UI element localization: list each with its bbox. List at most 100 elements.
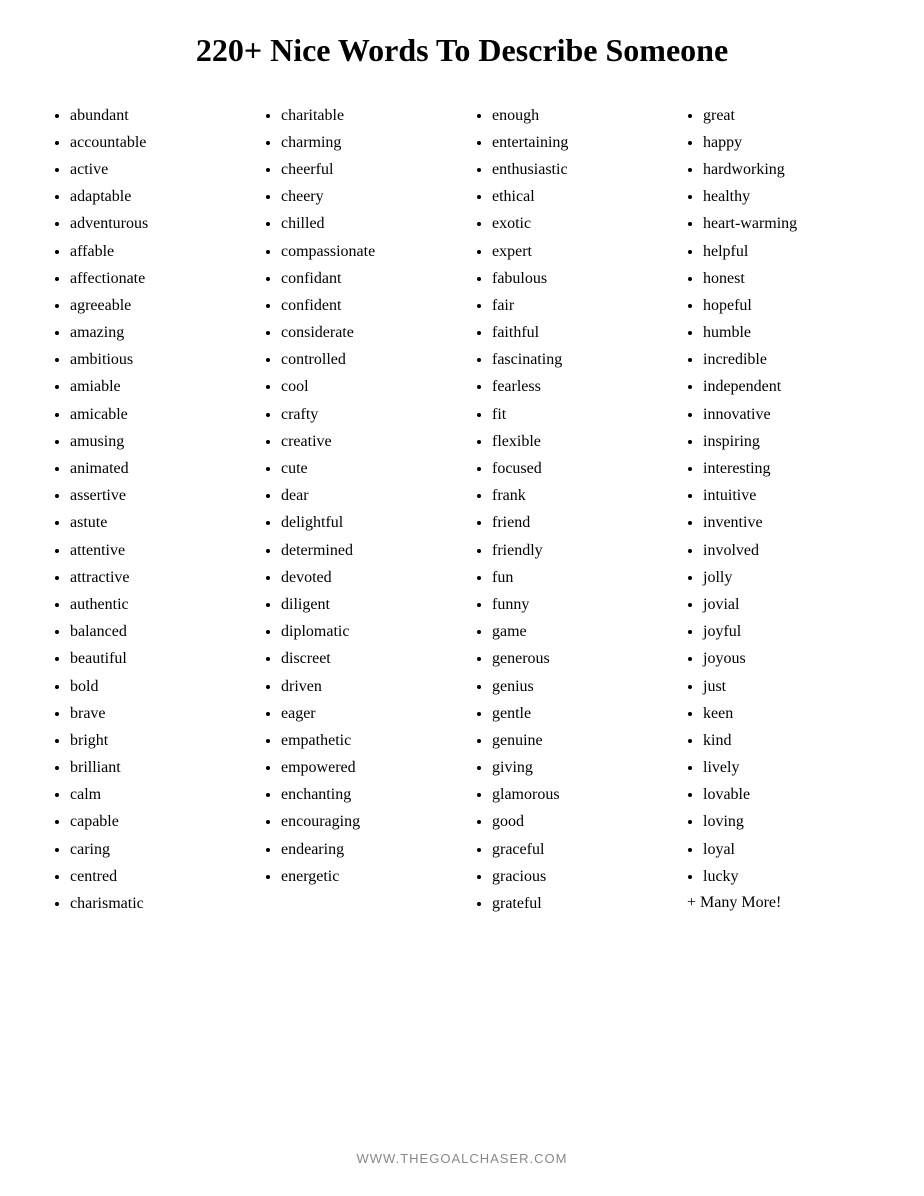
list-item: cute	[281, 455, 452, 482]
list-item: cool	[281, 373, 452, 400]
list-item: humble	[703, 319, 874, 346]
list-item: cheery	[281, 183, 452, 210]
list-item: hopeful	[703, 292, 874, 319]
list-item: empathetic	[281, 727, 452, 754]
list-item: focused	[492, 455, 663, 482]
page-container: 220+ Nice Words To Describe Someone abun…	[0, 0, 924, 1196]
list-item: heart-warming	[703, 210, 874, 237]
list-item: brilliant	[70, 754, 241, 781]
list-item: graceful	[492, 836, 663, 863]
list-item: generous	[492, 645, 663, 672]
list-item: gentle	[492, 700, 663, 727]
more-text: + Many More!	[683, 894, 874, 912]
list-item: fascinating	[492, 346, 663, 373]
column-1: abundantaccountableactiveadaptableadvent…	[40, 102, 251, 1131]
list-item: agreeable	[70, 292, 241, 319]
word-list-2: charitablecharmingcheerfulcheerychilledc…	[261, 102, 452, 890]
list-item: centred	[70, 863, 241, 890]
list-item: fit	[492, 401, 663, 428]
list-item: expert	[492, 238, 663, 265]
list-item: loyal	[703, 836, 874, 863]
list-item: assertive	[70, 482, 241, 509]
list-item: energetic	[281, 863, 452, 890]
list-item: empowered	[281, 754, 452, 781]
list-item: affable	[70, 238, 241, 265]
page-title: 220+ Nice Words To Describe Someone	[40, 30, 884, 72]
list-item: confidant	[281, 265, 452, 292]
list-item: active	[70, 156, 241, 183]
list-item: charismatic	[70, 890, 241, 917]
list-item: genius	[492, 673, 663, 700]
list-item: amazing	[70, 319, 241, 346]
list-item: enthusiastic	[492, 156, 663, 183]
list-item: balanced	[70, 618, 241, 645]
list-item: bright	[70, 727, 241, 754]
list-item: game	[492, 618, 663, 645]
list-item: eager	[281, 700, 452, 727]
list-item: helpful	[703, 238, 874, 265]
list-item: joyous	[703, 645, 874, 672]
list-item: calm	[70, 781, 241, 808]
list-item: fun	[492, 564, 663, 591]
word-list-4: greathappyhardworkinghealthyheart-warmin…	[683, 102, 874, 890]
list-item: delightful	[281, 509, 452, 536]
list-item: attractive	[70, 564, 241, 591]
list-item: amicable	[70, 401, 241, 428]
list-item: fabulous	[492, 265, 663, 292]
list-item: keen	[703, 700, 874, 727]
list-item: crafty	[281, 401, 452, 428]
list-item: caring	[70, 836, 241, 863]
list-item: lively	[703, 754, 874, 781]
list-item: bold	[70, 673, 241, 700]
column-2: charitablecharmingcheerfulcheerychilledc…	[251, 102, 462, 1131]
list-item: entertaining	[492, 129, 663, 156]
list-item: exotic	[492, 210, 663, 237]
list-item: considerate	[281, 319, 452, 346]
list-item: glamorous	[492, 781, 663, 808]
list-item: diligent	[281, 591, 452, 618]
list-item: frank	[492, 482, 663, 509]
list-item: devoted	[281, 564, 452, 591]
footer: WWW.THEGOALCHASER.COM	[40, 1151, 884, 1176]
list-item: interesting	[703, 455, 874, 482]
list-item: amusing	[70, 428, 241, 455]
word-list-3: enoughentertainingenthusiasticethicalexo…	[472, 102, 663, 918]
list-item: capable	[70, 808, 241, 835]
list-item: friend	[492, 509, 663, 536]
list-item: compassionate	[281, 238, 452, 265]
word-list-1: abundantaccountableactiveadaptableadvent…	[50, 102, 241, 918]
list-item: astute	[70, 509, 241, 536]
list-item: innovative	[703, 401, 874, 428]
list-item: endearing	[281, 836, 452, 863]
list-item: authentic	[70, 591, 241, 618]
list-item: adaptable	[70, 183, 241, 210]
list-item: just	[703, 673, 874, 700]
list-item: dear	[281, 482, 452, 509]
list-item: creative	[281, 428, 452, 455]
list-item: amiable	[70, 373, 241, 400]
list-item: grateful	[492, 890, 663, 917]
list-item: friendly	[492, 537, 663, 564]
list-item: cheerful	[281, 156, 452, 183]
list-item: honest	[703, 265, 874, 292]
list-item: jovial	[703, 591, 874, 618]
list-item: discreet	[281, 645, 452, 672]
list-item: genuine	[492, 727, 663, 754]
list-item: lovable	[703, 781, 874, 808]
list-item: adventurous	[70, 210, 241, 237]
list-item: healthy	[703, 183, 874, 210]
list-item: giving	[492, 754, 663, 781]
list-item: inspiring	[703, 428, 874, 455]
list-item: diplomatic	[281, 618, 452, 645]
list-item: determined	[281, 537, 452, 564]
column-4: greathappyhardworkinghealthyheart-warmin…	[673, 102, 884, 1131]
list-item: charitable	[281, 102, 452, 129]
list-item: accountable	[70, 129, 241, 156]
list-item: enchanting	[281, 781, 452, 808]
list-item: kind	[703, 727, 874, 754]
list-item: enough	[492, 102, 663, 129]
list-item: encouraging	[281, 808, 452, 835]
list-item: confident	[281, 292, 452, 319]
list-item: loving	[703, 808, 874, 835]
list-item: jolly	[703, 564, 874, 591]
